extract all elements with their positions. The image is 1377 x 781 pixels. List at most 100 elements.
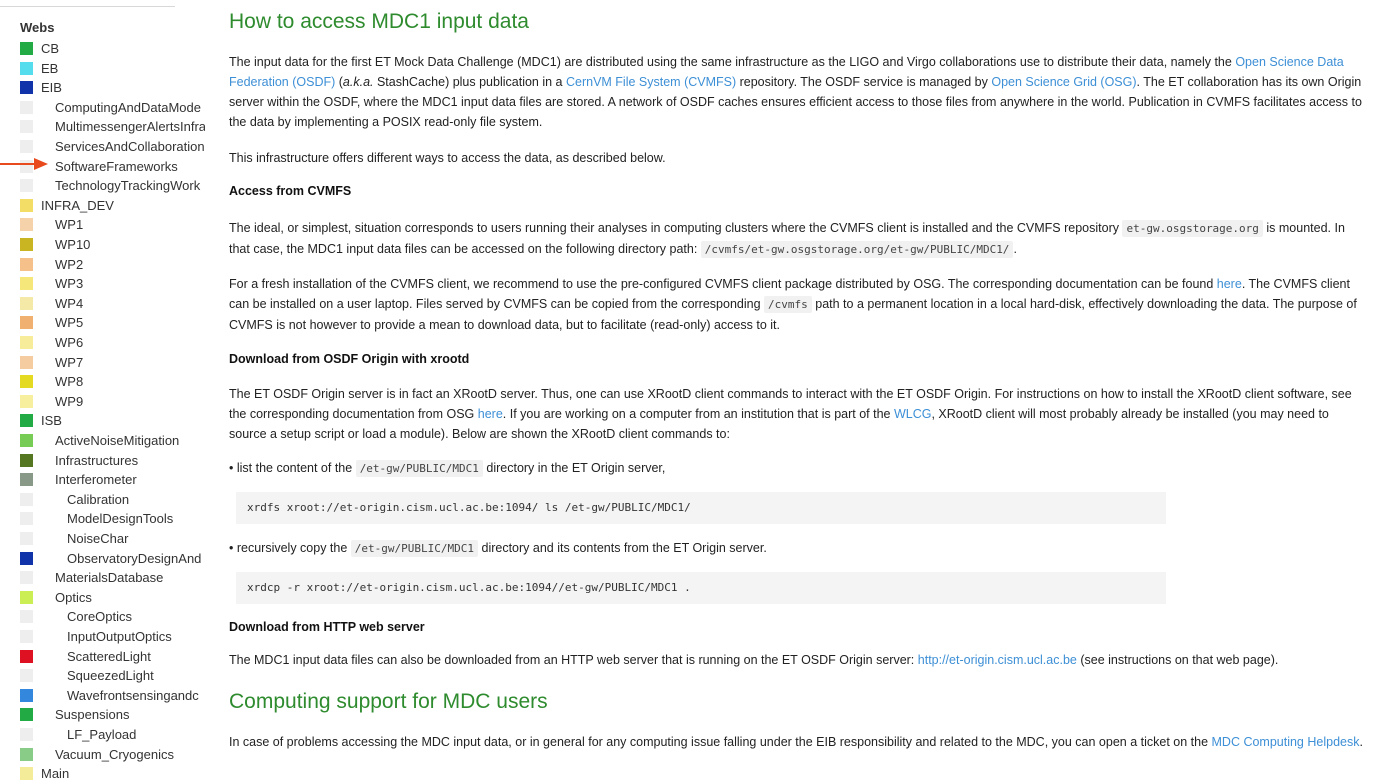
text: . <box>1013 242 1017 256</box>
sidebar-item-label: ModelDesignTools <box>67 511 174 527</box>
sidebar-item-label: WP10 <box>55 237 91 252</box>
web-color-swatch <box>20 649 33 663</box>
cvmfs-paragraph: The ideal, or simplest, situation corres… <box>229 218 1364 260</box>
xrootd-heading: Download from OSDF Origin with xrootd <box>229 352 470 366</box>
sidebar-item-label: NoiseChar <box>67 531 129 546</box>
sidebar-item-label: Interferometer <box>55 472 137 488</box>
mdc1-dir-code: /et-gw/PUBLIC/MDC1 <box>355 460 483 477</box>
bullet-list-content: • list the content of the /et-gw/PUBLIC/… <box>229 458 1364 479</box>
sidebar-item-label: WP8 <box>55 374 84 390</box>
text: StashCache) plus publication in a <box>373 75 566 89</box>
sidebar-item-label: WP3 <box>55 276 84 292</box>
web-color-swatch <box>20 238 33 251</box>
text: • list the content of the <box>229 461 356 475</box>
web-color-swatch <box>20 767 33 781</box>
web-color-swatch <box>20 277 33 291</box>
osg-link[interactable]: Open Science Grid (OSG) <box>991 75 1136 89</box>
sidebar-item-label: WP4 <box>55 295 84 311</box>
repo-code: et-gw.osgstorage.org <box>1122 220 1263 237</box>
text: . <box>1359 735 1363 749</box>
web-color-swatch <box>20 590 33 604</box>
sidebar-item-label: Vacuum_Cryogenics <box>55 746 174 762</box>
sidebar-item-label: ComputingAndDataMode <box>55 99 201 115</box>
web-color-swatch <box>20 571 33 585</box>
web-color-swatch <box>20 688 33 702</box>
cvmfs-doc-link[interactable]: here <box>1217 277 1242 291</box>
web-color-swatch <box>20 630 33 643</box>
sidebar-item-label: CB <box>41 41 60 56</box>
web-color-swatch <box>20 394 33 408</box>
sidebar-item-label: Main <box>41 766 70 781</box>
sidebar-item-label: ServicesAndCollaboration <box>55 139 205 154</box>
sidebar-item-label: EB <box>41 60 59 76</box>
bullet-recursive-copy: • recursively copy the /et-gw/PUBLIC/MDC… <box>229 538 1364 559</box>
webs-sidebar: Webs CB EB EIB ComputingAndDataMode Multimes… <box>0 0 205 781</box>
text-em: a.k.a. <box>342 75 374 89</box>
sidebar-item-label: INFRA_DEV <box>41 197 114 213</box>
sidebar-item-label: ActiveNoiseMitigation <box>55 433 180 448</box>
helpdesk-link[interactable]: MDC Computing Helpdesk <box>1212 735 1360 749</box>
xrootd-paragraph: The ET OSDF Origin server is in fact an … <box>229 384 1364 444</box>
web-color-swatch <box>20 42 33 55</box>
xrdcp-command[interactable]: xrdcp -r xroot://et-origin.cism.ucl.ac.b… <box>236 572 1166 604</box>
cvmfs-link[interactable]: CernVM File System (CVMFS) <box>566 75 736 89</box>
text: For a fresh installation of the CVMFS cl… <box>229 277 1217 291</box>
web-color-swatch <box>20 747 33 761</box>
sidebar-item-label: ISB <box>41 413 62 429</box>
web-color-swatch <box>20 453 33 467</box>
web-color-swatch <box>20 296 33 310</box>
sidebar-item-label: SoftwareFrameworks <box>55 158 178 174</box>
web-color-swatch <box>20 492 33 506</box>
web-color-swatch <box>20 257 33 271</box>
infra-paragraph: This infrastructure offers different way… <box>229 151 666 165</box>
text: (see instructions on that web page). <box>1076 653 1279 667</box>
intro-paragraph: The input data for the first ET Mock Dat… <box>229 52 1364 132</box>
sidebar-item-label: LF_Payload <box>67 727 137 742</box>
web-color-swatch <box>20 316 33 330</box>
web-color-swatch <box>20 218 33 232</box>
sidebar-item-label: Calibration <box>67 491 130 507</box>
text: The MDC1 input data files can also be do… <box>229 653 918 667</box>
web-color-swatch <box>20 728 33 741</box>
http-paragraph: The MDC1 input data files can also be do… <box>229 650 1364 670</box>
xrdfs-command[interactable]: xrdfs xroot://et-origin.cism.ucl.ac.be:1… <box>236 492 1166 524</box>
cvmfs-code: /cvmfs <box>764 296 812 313</box>
text: repository. The OSDF service is managed … <box>736 75 992 89</box>
web-color-swatch <box>20 532 33 545</box>
mdc1-dir-code: /et-gw/PUBLIC/MDC1 <box>350 540 479 557</box>
http-server-link[interactable]: http://et-origin.cism.ucl.ac.be <box>918 653 1077 667</box>
web-color-swatch <box>20 414 33 428</box>
sidebar-item-label: MaterialsDatabase <box>55 570 164 586</box>
support-heading: Computing support for MDC users <box>229 690 548 713</box>
wlcg-link[interactable]: WLCG <box>894 407 932 421</box>
sidebar-item-label: Wavefrontsensingandc <box>67 687 199 703</box>
sidebar-item-label: Optics <box>55 589 92 605</box>
web-color-swatch <box>20 140 33 153</box>
sidebar-item-label: EIB <box>41 80 62 96</box>
sidebar-item-label: InputOutputOptics <box>67 629 172 644</box>
text: The ideal, or simplest, situation corres… <box>229 221 1123 235</box>
web-color-swatch <box>20 336 33 349</box>
sidebar-item-label: CoreOptics <box>67 609 133 625</box>
text: In case of problems accessing the MDC in… <box>229 735 1212 749</box>
cvmfs-install-paragraph: For a fresh installation of the CVMFS cl… <box>229 274 1364 335</box>
text: • recursively copy the <box>229 541 351 555</box>
web-color-swatch <box>20 120 33 134</box>
xrootd-doc-link[interactable]: here <box>478 407 503 421</box>
sidebar-item-label: WP1 <box>55 217 84 233</box>
text: . If you are working on a computer from … <box>502 407 894 421</box>
support-paragraph: In case of problems accessing the MDC in… <box>229 732 1364 752</box>
sidebar-item-label: ObservatoryDesignAnd <box>67 550 202 566</box>
sidebar-item-label: Infrastructures <box>55 452 139 468</box>
sidebar-item-label: ScatteredLight <box>67 648 151 664</box>
text: ( <box>335 75 343 89</box>
sidebar-item-label: WP9 <box>55 393 84 409</box>
sidebar-item-label: WP7 <box>55 354 84 370</box>
web-color-swatch <box>20 81 33 95</box>
web-color-swatch <box>20 355 33 369</box>
web-color-swatch <box>20 375 33 389</box>
path-code: /cvmfs/et-gw.osgstorage.org/et-gw/PUBLIC… <box>700 241 1014 258</box>
text: directory and its contents from the ET O… <box>478 541 767 555</box>
web-color-swatch <box>20 512 33 526</box>
cvmfs-heading: Access from CVMFS <box>229 184 352 198</box>
